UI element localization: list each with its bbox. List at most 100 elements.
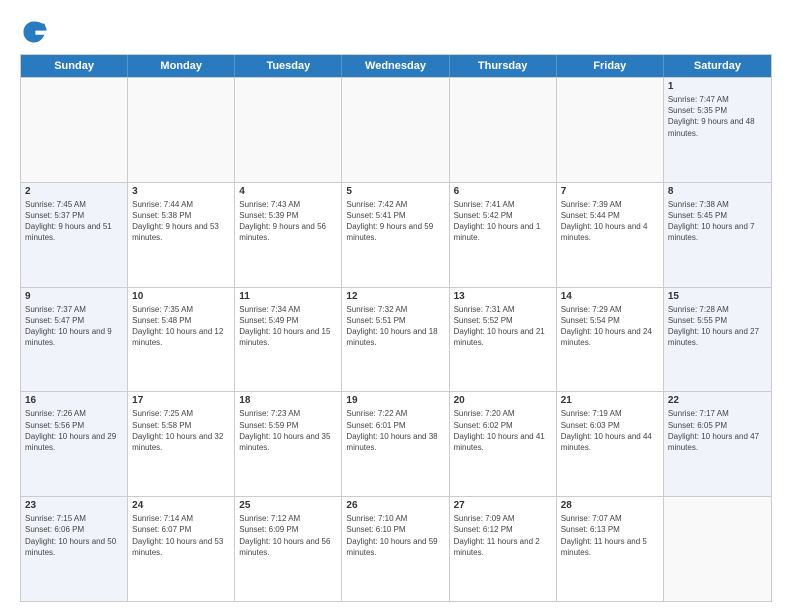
day-number: 5 [346, 186, 444, 197]
calendar-row-3: 9 Sunrise: 7:37 AM Sunset: 5:47 PM Daylig… [21, 287, 771, 392]
day-info: Sunrise: 7:28 AM Sunset: 5:55 PM Dayligh… [668, 304, 767, 349]
day-info: Sunrise: 7:10 AM Sunset: 6:10 PM Dayligh… [346, 513, 444, 558]
day-info: Sunrise: 7:26 AM Sunset: 5:56 PM Dayligh… [25, 408, 123, 453]
empty-cell-r0c2 [235, 78, 342, 182]
day-number: 16 [25, 395, 123, 406]
day-info: Sunrise: 7:43 AM Sunset: 5:39 PM Dayligh… [239, 199, 337, 244]
day-info: Sunrise: 7:42 AM Sunset: 5:41 PM Dayligh… [346, 199, 444, 244]
day-number: 12 [346, 291, 444, 302]
day-info: Sunrise: 7:41 AM Sunset: 5:42 PM Dayligh… [454, 199, 552, 244]
day-cell-19: 19 Sunrise: 7:22 AM Sunset: 6:01 PM Dayli… [342, 392, 449, 496]
empty-cell-r0c0 [21, 78, 128, 182]
day-info: Sunrise: 7:31 AM Sunset: 5:52 PM Dayligh… [454, 304, 552, 349]
day-cell-10: 10 Sunrise: 7:35 AM Sunset: 5:48 PM Dayli… [128, 288, 235, 392]
day-cell-12: 12 Sunrise: 7:32 AM Sunset: 5:51 PM Dayli… [342, 288, 449, 392]
calendar-body: 1Sunrise: 7:47 AM Sunset: 5:35 PM Daylig… [21, 77, 771, 601]
day-info: Sunrise: 7:45 AM Sunset: 5:37 PM Dayligh… [25, 199, 123, 244]
day-number: 23 [25, 500, 123, 511]
header-cell-monday: Monday [128, 55, 235, 77]
day-info: Sunrise: 7:39 AM Sunset: 5:44 PM Dayligh… [561, 199, 659, 244]
day-cell-2: 2 Sunrise: 7:45 AM Sunset: 5:37 PM Daylig… [21, 183, 128, 287]
day-cell-25: 25 Sunrise: 7:12 AM Sunset: 6:09 PM Dayli… [235, 497, 342, 601]
day-info: Sunrise: 7:34 AM Sunset: 5:49 PM Dayligh… [239, 304, 337, 349]
day-info: Sunrise: 7:19 AM Sunset: 6:03 PM Dayligh… [561, 408, 659, 453]
day-cell-24: 24 Sunrise: 7:14 AM Sunset: 6:07 PM Dayli… [128, 497, 235, 601]
calendar-row-2: 2 Sunrise: 7:45 AM Sunset: 5:37 PM Daylig… [21, 182, 771, 287]
day-info: Sunrise: 7:38 AM Sunset: 5:45 PM Dayligh… [668, 199, 767, 244]
day-info: Sunrise: 7:07 AM Sunset: 6:13 PM Dayligh… [561, 513, 659, 558]
day-cell-15: 15 Sunrise: 7:28 AM Sunset: 5:55 PM Dayli… [664, 288, 771, 392]
logo [20, 18, 52, 46]
day-number: 10 [132, 291, 230, 302]
day-cell-17: 17 Sunrise: 7:25 AM Sunset: 5:58 PM Dayli… [128, 392, 235, 496]
day-info: Sunrise: 7:14 AM Sunset: 6:07 PM Dayligh… [132, 513, 230, 558]
day-cell-16: 16 Sunrise: 7:26 AM Sunset: 5:56 PM Dayli… [21, 392, 128, 496]
logo-icon [20, 18, 48, 46]
day-info: Sunrise: 7:15 AM Sunset: 6:06 PM Dayligh… [25, 513, 123, 558]
day-number: 25 [239, 500, 337, 511]
empty-cell-r4c6 [664, 497, 771, 601]
day-cell-27: 27Sunrise: 7:09 AM Sunset: 6:12 PM Dayli… [450, 497, 557, 601]
header [20, 18, 772, 46]
day-number: 11 [239, 291, 337, 302]
day-info: Sunrise: 7:37 AM Sunset: 5:47 PM Dayligh… [25, 304, 123, 349]
header-cell-thursday: Thursday [450, 55, 557, 77]
day-info: Sunrise: 7:44 AM Sunset: 5:38 PM Dayligh… [132, 199, 230, 244]
header-cell-wednesday: Wednesday [342, 55, 449, 77]
empty-cell-r0c3 [342, 78, 449, 182]
day-number: 9 [25, 291, 123, 302]
day-info: Sunrise: 7:25 AM Sunset: 5:58 PM Dayligh… [132, 408, 230, 453]
day-number: 3 [132, 186, 230, 197]
header-cell-friday: Friday [557, 55, 664, 77]
day-info: Sunrise: 7:23 AM Sunset: 5:59 PM Dayligh… [239, 408, 337, 453]
day-cell-13: 13 Sunrise: 7:31 AM Sunset: 5:52 PM Dayli… [450, 288, 557, 392]
day-cell-20: 20 Sunrise: 7:20 AM Sunset: 6:02 PM Dayli… [450, 392, 557, 496]
page: SundayMondayTuesdayWednesdayThursdayFrid… [0, 0, 792, 612]
day-cell-5: 5 Sunrise: 7:42 AM Sunset: 5:41 PM Daylig… [342, 183, 449, 287]
day-info: Sunrise: 7:09 AM Sunset: 6:12 PM Dayligh… [454, 513, 552, 558]
day-number: 4 [239, 186, 337, 197]
day-cell-28: 28 Sunrise: 7:07 AM Sunset: 6:13 PM Dayli… [557, 497, 664, 601]
day-cell-22: 22Sunrise: 7:17 AM Sunset: 6:05 PM Dayli… [664, 392, 771, 496]
empty-cell-r0c1 [128, 78, 235, 182]
day-cell-7: 7 Sunrise: 7:39 AM Sunset: 5:44 PM Daylig… [557, 183, 664, 287]
day-info: Sunrise: 7:32 AM Sunset: 5:51 PM Dayligh… [346, 304, 444, 349]
day-info: Sunrise: 7:12 AM Sunset: 6:09 PM Dayligh… [239, 513, 337, 558]
day-cell-26: 26 Sunrise: 7:10 AM Sunset: 6:10 PM Dayli… [342, 497, 449, 601]
day-cell-8: 8 Sunrise: 7:38 AM Sunset: 5:45 PM Daylig… [664, 183, 771, 287]
day-cell-9: 9 Sunrise: 7:37 AM Sunset: 5:47 PM Daylig… [21, 288, 128, 392]
day-number: 8 [668, 186, 767, 197]
calendar-row-1: 1Sunrise: 7:47 AM Sunset: 5:35 PM Daylig… [21, 77, 771, 182]
day-number: 15 [668, 291, 767, 302]
day-cell-21: 21 Sunrise: 7:19 AM Sunset: 6:03 PM Dayli… [557, 392, 664, 496]
day-number: 26 [346, 500, 444, 511]
day-cell-18: 18Sunrise: 7:23 AM Sunset: 5:59 PM Dayli… [235, 392, 342, 496]
day-number: 13 [454, 291, 552, 302]
day-cell-1: 1Sunrise: 7:47 AM Sunset: 5:35 PM Daylig… [664, 78, 771, 182]
header-cell-tuesday: Tuesday [235, 55, 342, 77]
day-info: Sunrise: 7:35 AM Sunset: 5:48 PM Dayligh… [132, 304, 230, 349]
day-number: 2 [25, 186, 123, 197]
day-number: 19 [346, 395, 444, 406]
day-info: Sunrise: 7:29 AM Sunset: 5:54 PM Dayligh… [561, 304, 659, 349]
day-number: 14 [561, 291, 659, 302]
day-number: 7 [561, 186, 659, 197]
day-cell-23: 23 Sunrise: 7:15 AM Sunset: 6:06 PM Dayli… [21, 497, 128, 601]
empty-cell-r0c5 [557, 78, 664, 182]
calendar-row-4: 16 Sunrise: 7:26 AM Sunset: 5:56 PM Dayli… [21, 391, 771, 496]
day-number: 17 [132, 395, 230, 406]
day-info: Sunrise: 7:20 AM Sunset: 6:02 PM Dayligh… [454, 408, 552, 453]
day-number: 24 [132, 500, 230, 511]
day-cell-14: 14 Sunrise: 7:29 AM Sunset: 5:54 PM Dayli… [557, 288, 664, 392]
day-info: Sunrise: 7:47 AM Sunset: 5:35 PM Dayligh… [668, 94, 767, 139]
header-cell-saturday: Saturday [664, 55, 771, 77]
day-number: 6 [454, 186, 552, 197]
day-number: 22 [668, 395, 767, 406]
day-number: 20 [454, 395, 552, 406]
day-info: Sunrise: 7:22 AM Sunset: 6:01 PM Dayligh… [346, 408, 444, 453]
calendar-row-5: 23 Sunrise: 7:15 AM Sunset: 6:06 PM Dayli… [21, 496, 771, 601]
day-number: 21 [561, 395, 659, 406]
empty-cell-r0c4 [450, 78, 557, 182]
day-number: 28 [561, 500, 659, 511]
header-cell-sunday: Sunday [21, 55, 128, 77]
